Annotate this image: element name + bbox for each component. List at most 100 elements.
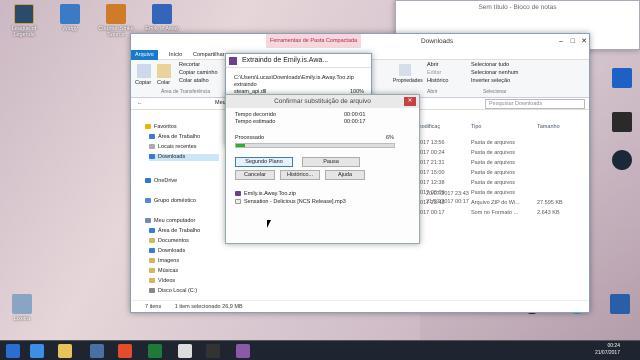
select-all-button[interactable]: Selecionar tudo bbox=[471, 62, 509, 68]
nav-onedrive[interactable]: OneDrive bbox=[145, 178, 177, 185]
nav-item[interactable]: Imagens bbox=[149, 258, 179, 265]
table-row[interactable]: 2017 15:00 Pasta de arquivos bbox=[417, 170, 515, 176]
malwarebytes-icon bbox=[612, 68, 632, 88]
app-shortcut[interactable] bbox=[598, 294, 640, 316]
tab-compartilhar[interactable]: Compartilhar bbox=[189, 50, 228, 60]
table-row[interactable]: 2017 00:24 Pasta de arquivos bbox=[417, 150, 515, 156]
gta-shortcut[interactable] bbox=[600, 112, 640, 134]
drive-icon bbox=[149, 288, 155, 294]
remaining-value: 00:00:17 bbox=[344, 119, 366, 125]
checkbox-icon[interactable] bbox=[235, 199, 241, 205]
copy-path-button[interactable]: Copiar caminho bbox=[179, 70, 218, 76]
conflict-file-row[interactable]: Sensation - Delicious [NCS Release].mp3 bbox=[235, 199, 346, 205]
obs-taskbar-icon[interactable] bbox=[206, 344, 220, 358]
paste-icon[interactable] bbox=[157, 64, 171, 78]
malwarebytes-shortcut[interactable] bbox=[600, 68, 640, 90]
clipboard-group-label: Área de Transferência bbox=[161, 89, 211, 95]
copy-icon[interactable] bbox=[137, 64, 151, 78]
column-date[interactable]: modificaç bbox=[417, 124, 440, 130]
paste-shortcut-button[interactable]: Colar atalho bbox=[179, 78, 209, 84]
table-row[interactable]: 2017 13:56 Pasta de arquivos bbox=[417, 140, 515, 146]
close-icon[interactable]: ✕ bbox=[404, 97, 416, 106]
confirm-replace-dialog[interactable]: Confirmar substituição de arquivo ✕ Temp… bbox=[225, 94, 420, 244]
winrar-taskbar-icon[interactable] bbox=[236, 344, 250, 358]
emily-is-away-shortcut[interactable]: Emily is Away bbox=[140, 4, 184, 32]
tab-inicio[interactable]: Início bbox=[165, 50, 186, 60]
nav-desktop[interactable]: Área de Trabalho bbox=[149, 134, 200, 141]
excel-icon[interactable] bbox=[148, 344, 162, 358]
history-dialog-button[interactable]: Histórico... bbox=[280, 170, 320, 180]
nav-item[interactable]: Documentos bbox=[149, 238, 189, 245]
extract-action: extraindo bbox=[234, 82, 257, 88]
nav-item[interactable]: Músicas bbox=[149, 268, 178, 275]
select-none-button[interactable]: Selecionar nenhum bbox=[471, 70, 518, 76]
edit-button[interactable]: Editar bbox=[427, 70, 441, 76]
background-button[interactable]: Segundo Plano bbox=[235, 157, 293, 167]
status-items: 7 itens bbox=[145, 304, 162, 310]
search-input[interactable]: Pesquisar Downloads bbox=[485, 99, 585, 109]
notepad-title: Sem título - Bloco de notas bbox=[478, 4, 557, 11]
extract-title: Extraindo de Emily.is.Awa... bbox=[242, 57, 329, 64]
copy-button[interactable]: Copiar bbox=[135, 80, 151, 86]
conflict-file-row[interactable]: Emily.is.Away.Too.zip bbox=[235, 191, 296, 197]
table-row[interactable]: 2017 12:38 Pasta de arquivos bbox=[417, 180, 515, 186]
download-folder-icon bbox=[149, 154, 155, 160]
history-button[interactable]: Histórico bbox=[427, 78, 448, 84]
nav-downloads[interactable]: Downloads bbox=[149, 154, 219, 161]
column-type[interactable]: Tipo bbox=[471, 124, 482, 130]
homegroup-icon bbox=[145, 198, 151, 204]
table-row[interactable]: 2017 00:17 Som no Formato ... 2.643 KB bbox=[417, 210, 560, 216]
pause-button[interactable]: Pausa bbox=[302, 157, 360, 167]
system-clock[interactable]: 00:24 21/07/2017 bbox=[595, 343, 620, 357]
notepad-taskbar-icon[interactable] bbox=[178, 344, 192, 358]
explorer-taskbar-icon[interactable] bbox=[58, 344, 72, 358]
cancel-button[interactable]: Cancelar bbox=[235, 170, 275, 180]
steam-shortcut[interactable] bbox=[600, 150, 640, 172]
processed-label: Processado bbox=[235, 135, 265, 141]
nav-computer[interactable]: Meu computador bbox=[145, 218, 195, 225]
nav-item[interactable]: Vídeos bbox=[149, 278, 175, 285]
app-icon[interactable] bbox=[90, 344, 104, 358]
extract-titlebar[interactable]: Extraindo de Emily.is.Awa... bbox=[226, 54, 371, 68]
select-group-label: Selecionar bbox=[483, 89, 507, 95]
nav-favorites[interactable]: Favoritos bbox=[145, 124, 177, 131]
nav-item[interactable]: Área de Trabalho bbox=[149, 228, 200, 235]
chrome-icon[interactable] bbox=[118, 344, 132, 358]
explorer-titlebar[interactable]: Ferramentas de Pasta Compactada Download… bbox=[131, 34, 589, 50]
cut-button[interactable]: Recortar bbox=[179, 62, 200, 68]
maximize-icon[interactable]: □ bbox=[571, 34, 575, 50]
close-icon[interactable]: ✕ bbox=[581, 34, 587, 50]
invert-selection-button[interactable]: Inverter seleção bbox=[471, 78, 510, 84]
nav-recent[interactable]: Locais recentes bbox=[149, 144, 197, 151]
league-of-legends-shortcut[interactable]: League of Legends bbox=[2, 4, 46, 38]
confirm-title: Confirmar substituição de arquivo bbox=[274, 98, 371, 105]
back-icon[interactable]: ← bbox=[137, 100, 143, 106]
minimize-icon[interactable]: – bbox=[559, 34, 563, 50]
desktop-icon bbox=[149, 134, 155, 140]
file-list: modificaç Tipo Tamanho 2017 13:56 Pasta d… bbox=[417, 124, 587, 304]
column-size[interactable]: Tamanho bbox=[537, 124, 560, 130]
start-icon[interactable] bbox=[6, 344, 20, 358]
tab-arquivo[interactable]: Arquivo bbox=[131, 50, 158, 60]
nav-homegroup[interactable]: Grupo doméstico bbox=[145, 198, 196, 205]
help-button[interactable]: Ajuda bbox=[325, 170, 365, 180]
app-icon bbox=[610, 294, 630, 314]
nav-item[interactable]: Downloads bbox=[149, 248, 185, 255]
properties-button[interactable]: Propriedades bbox=[393, 78, 423, 84]
open-button[interactable]: Abrir bbox=[427, 62, 439, 68]
progress-fill bbox=[236, 144, 246, 147]
status-selected: 1 item selecionado 26,9 MB bbox=[174, 304, 243, 310]
widgy-shortcut[interactable]: Widgy bbox=[48, 4, 92, 32]
processed-value: 6% bbox=[386, 135, 394, 141]
star-icon bbox=[145, 124, 151, 130]
table-row[interactable]: 2017 21:31 Pasta de arquivos bbox=[417, 160, 515, 166]
properties-icon[interactable] bbox=[399, 64, 411, 76]
compressed-tools-tab[interactable]: Ferramentas de Pasta Compactada bbox=[266, 34, 362, 48]
ie-icon[interactable] bbox=[30, 344, 44, 358]
computer-icon bbox=[145, 218, 151, 224]
nav-item[interactable]: Disco Local (C:) bbox=[149, 288, 197, 295]
confirm-titlebar[interactable]: Confirmar substituição de arquivo ✕ bbox=[226, 95, 419, 108]
recycle-bin-shortcut[interactable]: Lixeira bbox=[0, 294, 44, 322]
paste-button[interactable]: Colar bbox=[157, 80, 170, 86]
elapsed-value: 00:00:01 bbox=[344, 112, 366, 118]
